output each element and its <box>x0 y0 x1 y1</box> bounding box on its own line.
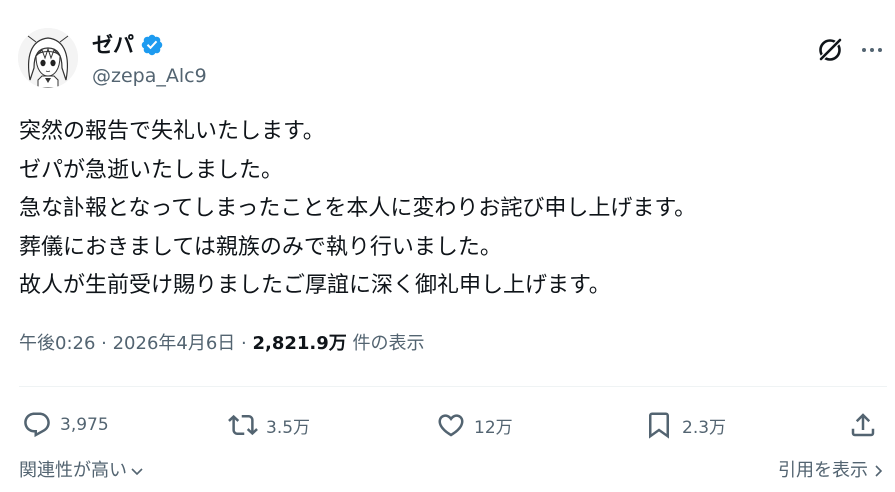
divider <box>19 386 887 387</box>
view-quotes-link[interactable]: 引用を表示 <box>778 458 885 484</box>
tweet-line: 急な訃報となってしまったことを本人に変わりお詫び申し上げます。 <box>19 196 697 221</box>
tweet-card: ゼパ @zepa_Alc9 突然の報告で失礼いたします。 ゼパが急逝いたしました… <box>0 0 895 492</box>
like-icon <box>438 414 464 437</box>
tweet-meta: 午後0:26 · 2026年4月6日 · 2,821.9万 件の表示 <box>19 330 425 358</box>
more-icon[interactable] <box>856 34 888 66</box>
author-name-row: ゼパ <box>92 32 164 58</box>
retweet-button[interactable]: 3.5万 <box>228 408 310 442</box>
reply-icon <box>24 412 50 438</box>
share-button[interactable] <box>848 408 878 442</box>
retweet-icon <box>228 414 258 436</box>
meta-separator: · <box>235 333 253 354</box>
grok-icon[interactable] <box>812 32 848 68</box>
tweet-text: 突然の報告で失礼いたします。 ゼパが急逝いたしました。 急な訃報となってしまった… <box>19 113 879 306</box>
tweet-line: 故人が生前受け賜りましたご厚誼に深く御礼申し上げます。 <box>19 273 611 298</box>
retweet-count: 3.5万 <box>266 417 311 438</box>
chevron-right-icon <box>875 465 883 477</box>
tweet-line: 突然の報告で失礼いたします。 <box>19 119 325 144</box>
author-handle[interactable]: @zepa_Alc9 <box>92 64 207 88</box>
bookmark-button[interactable]: 2.3万 <box>644 408 726 442</box>
views-count[interactable]: 2,821.9万 <box>252 333 346 354</box>
chevron-down-icon <box>131 468 143 476</box>
like-count: 12万 <box>474 417 513 438</box>
meta-separator: · <box>95 333 113 354</box>
bookmark-icon <box>649 412 669 439</box>
tweet-line: 葬儀におきましては親族のみで執り行いました。 <box>19 234 502 260</box>
sort-label: 関連性が高い <box>19 460 127 481</box>
like-button[interactable]: 12万 <box>436 408 513 442</box>
quotes-label: 引用を表示 <box>778 460 868 481</box>
verified-badge-icon[interactable] <box>140 33 164 57</box>
tweet-time[interactable]: 午後0:26 <box>19 333 95 354</box>
tweet-line: ゼパが急逝いたしました。 <box>19 157 284 183</box>
share-icon <box>851 413 875 437</box>
avatar[interactable] <box>18 28 78 88</box>
reply-button[interactable]: 3,975 <box>22 408 109 442</box>
bookmark-count: 2.3万 <box>682 417 727 438</box>
display-name[interactable]: ゼパ <box>92 32 134 58</box>
views-label: 件の表示 <box>346 333 425 354</box>
sort-replies-dropdown[interactable]: 関連性が高い <box>19 458 144 484</box>
tweet-date[interactable]: 2026年4月6日 <box>113 333 236 354</box>
reply-count: 3,975 <box>60 415 109 435</box>
